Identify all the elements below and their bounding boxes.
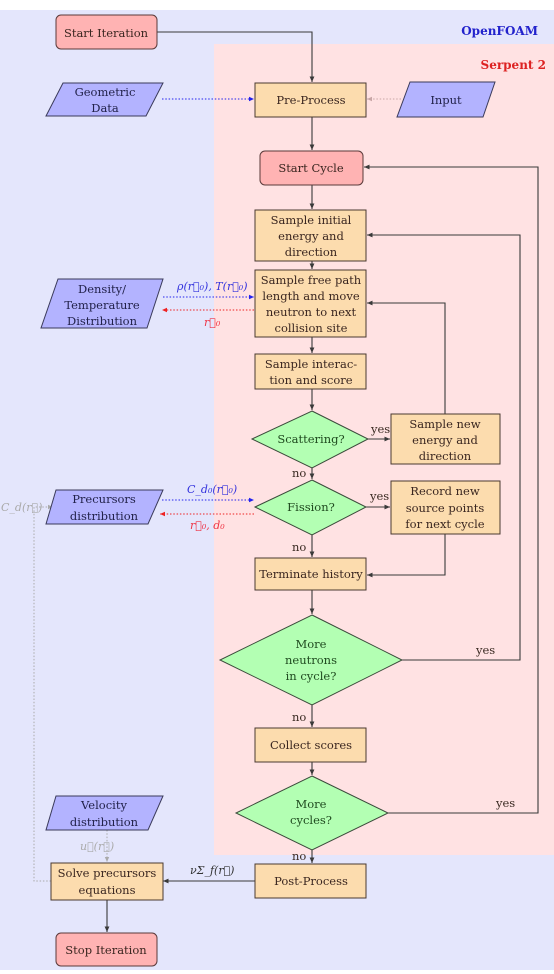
- sample-initial-node[interactable]: Sample initial energy and direction: [254, 209, 367, 262]
- record-new-label-1: Record new: [410, 484, 480, 498]
- more-cycles-label-2: cycles?: [290, 813, 332, 827]
- post-process-label: Post-Process: [274, 874, 348, 888]
- sample-new-label-3: direction: [419, 449, 472, 463]
- more-neutrons-label-1: More: [295, 637, 326, 651]
- input-node[interactable]: Input: [396, 81, 496, 118]
- geometric-data-label-2: Data: [91, 101, 119, 115]
- velocity-label-2: distribution: [70, 815, 139, 829]
- density-temp-label-2: Temperature: [64, 298, 140, 312]
- pre-process-node[interactable]: Pre-Process: [254, 82, 367, 118]
- stop-iteration-label: Stop Iteration: [65, 943, 147, 957]
- density-temp-label-3: Distribution: [67, 314, 138, 328]
- density-temperature-node[interactable]: Density/ Temperature Distribution: [40, 278, 164, 329]
- nu-sigma-label: νΣ_f(r⃗): [190, 864, 234, 877]
- cd0-label: C_d₀(r⃗₀): [187, 483, 237, 496]
- stop-iteration-node[interactable]: Stop Iteration: [55, 932, 158, 967]
- precursors-label-2: distribution: [70, 509, 139, 523]
- fission-no-label: no: [292, 540, 306, 554]
- start-cycle-label: Start Cycle: [278, 161, 344, 175]
- sample-new-label-2: energy and: [412, 433, 478, 447]
- r0-label: r⃗₀: [204, 316, 221, 329]
- velocity-label-1: Velocity: [80, 798, 127, 812]
- sample-interaction-node[interactable]: Sample interac- tion and score: [254, 353, 367, 390]
- sample-interaction-label-1: Sample interac-: [265, 357, 357, 371]
- sample-free-path-label-1: Sample free path: [261, 273, 362, 287]
- scattering-label: Scattering?: [277, 432, 344, 446]
- rho-temperature-label: ρ(r⃗₀), T(r⃗₀): [176, 280, 248, 293]
- sample-interaction-label-2: tion and score: [269, 373, 352, 387]
- post-process-node[interactable]: Post-Process: [254, 863, 367, 899]
- precursors-label-1: Precursors: [72, 492, 136, 506]
- terminate-label: Terminate history: [259, 567, 363, 581]
- record-new-label-2: source points: [406, 501, 485, 515]
- terminate-history-node[interactable]: Terminate history: [254, 557, 367, 591]
- precursors-distribution-node[interactable]: Precursors distribution: [45, 489, 164, 525]
- sample-initial-label-1: Sample initial: [271, 213, 352, 227]
- record-new-node[interactable]: Record new source points for next cycle: [390, 480, 501, 535]
- more-neutrons-label-2: neutrons: [285, 653, 337, 667]
- sample-initial-label-2: energy and: [278, 229, 344, 243]
- density-temp-label-1: Density/: [78, 282, 126, 296]
- geometric-data-node[interactable]: Geometric Data: [45, 82, 164, 117]
- start-cycle-node[interactable]: Start Cycle: [259, 150, 364, 186]
- sample-free-path-label-4: collision site: [275, 321, 348, 335]
- velocity-distribution-node[interactable]: Velocity distribution: [45, 795, 164, 831]
- start-iteration-node[interactable]: Start Iteration: [55, 14, 158, 50]
- more-cycles-label-1: More: [295, 797, 326, 811]
- cd-r-label: C_d(r⃗): [1, 501, 42, 514]
- sample-free-path-label-2: length and move: [262, 289, 360, 303]
- pre-process-label: Pre-Process: [276, 93, 345, 107]
- sample-new-label-1: Sample new: [409, 417, 480, 431]
- sample-free-path-label-3: neutron to next: [266, 305, 357, 319]
- scattering-yes-label: yes: [370, 422, 390, 436]
- r0-d0-label: r⃗₀, d₀: [190, 519, 225, 532]
- fission-yes-label: yes: [369, 489, 389, 503]
- scattering-no-label: no: [292, 466, 306, 480]
- solve-precursors-label-2: equations: [79, 883, 136, 897]
- sample-new-node[interactable]: Sample new energy and direction: [390, 413, 501, 465]
- serpent-title: Serpent 2: [481, 58, 546, 72]
- fission-label: Fission?: [287, 500, 335, 514]
- record-new-label-3: for next cycle: [405, 517, 484, 531]
- solve-precursors-label-1: Solve precursors: [58, 866, 157, 880]
- sample-free-path-node[interactable]: Sample free path length and move neutron…: [254, 269, 367, 338]
- start-iteration-label: Start Iteration: [64, 26, 149, 40]
- collect-scores-label: Collect scores: [270, 738, 352, 752]
- openfoam-title: OpenFOAM: [461, 24, 538, 38]
- input-label: Input: [430, 93, 462, 107]
- more-cycles-no-label: no: [292, 849, 306, 863]
- sample-initial-label-3: direction: [285, 245, 338, 259]
- geometric-data-label-1: Geometric: [75, 85, 136, 99]
- flowchart-canvas: OpenFOAM Serpent 2 Start Iteration Geome…: [0, 10, 554, 970]
- more-neutrons-yes-label: yes: [475, 643, 495, 657]
- more-neutrons-label-3: in cycle?: [286, 669, 337, 683]
- more-neutrons-no-label: no: [292, 710, 306, 724]
- more-cycles-yes-label: yes: [495, 796, 515, 810]
- collect-scores-node[interactable]: Collect scores: [254, 727, 367, 763]
- u-r-label: u⃗(r⃗): [80, 840, 114, 853]
- solve-precursors-node[interactable]: Solve precursors equations: [50, 862, 164, 901]
